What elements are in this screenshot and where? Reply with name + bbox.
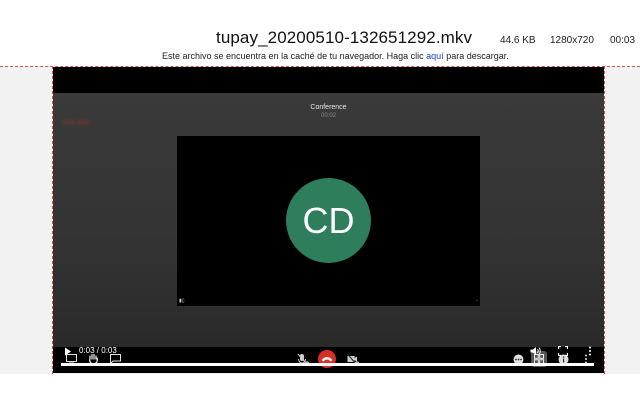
video-frame: ▬▬ Conference 00:02 CD ▮▯ ◦	[53, 93, 604, 368]
cache-notice: Este archivo se encuentra en la caché de…	[162, 51, 509, 61]
file-size: 44.6 KB	[500, 35, 536, 46]
video-player[interactable]: ▬▬ Conference 00:02 CD ▮▯ ◦ 0:03 / 0:03	[53, 67, 604, 373]
file-name: tupay_20200510-132651292.mkv	[216, 28, 473, 47]
progress-bar[interactable]	[61, 363, 594, 366]
connection-indicator-icon: ◦	[476, 298, 478, 304]
participant-avatar: CD	[286, 178, 371, 263]
conference-title: Conference	[310, 104, 347, 111]
download-link[interactable]: aquí	[426, 51, 444, 61]
volume-icon[interactable]	[529, 344, 543, 358]
player-controls: 0:03 / 0:03	[53, 343, 604, 373]
cache-notice-text-end: para descargar.	[443, 51, 509, 61]
participant-status-icon: ▮▯	[179, 298, 185, 304]
file-resolution: 1280x720	[550, 35, 594, 46]
player-menu-icon[interactable]	[583, 344, 597, 358]
page-bottom	[0, 374, 640, 400]
cache-notice-text: Este archivo se encuentra en la caché de…	[162, 51, 427, 61]
file-duration: 00:03	[610, 35, 636, 46]
selection-border-right	[604, 66, 605, 374]
time-display: 0:03 / 0:03	[79, 346, 117, 355]
conference-subtitle: 00:02	[320, 113, 336, 119]
file-info-header: tupay_20200510-132651292.mkv 44.6 KB 128…	[0, 0, 640, 66]
fullscreen-icon[interactable]	[556, 344, 570, 358]
participant-tile: CD ▮▯ ◦	[177, 136, 480, 306]
play-button[interactable]	[61, 344, 75, 358]
